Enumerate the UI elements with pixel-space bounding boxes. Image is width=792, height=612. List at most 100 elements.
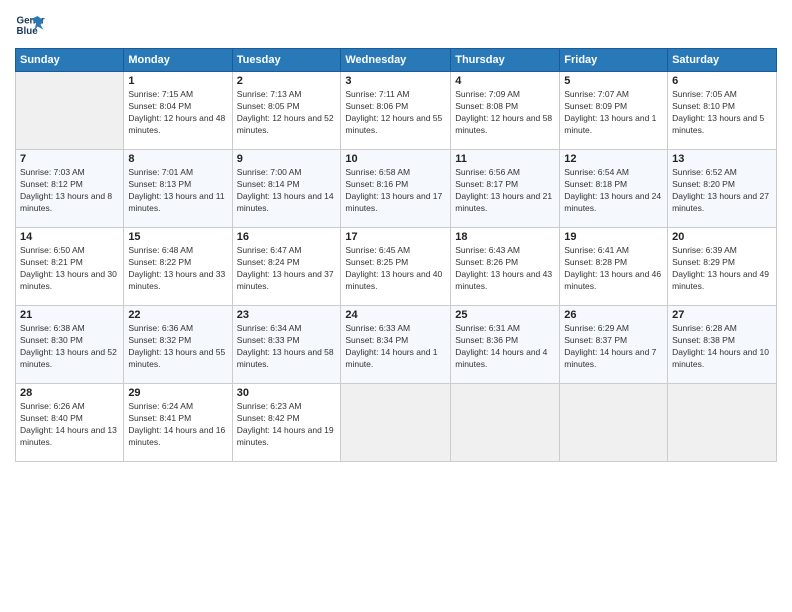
day-info: Sunrise: 6:39 AMSunset: 8:29 PMDaylight:… — [672, 245, 772, 293]
day-number: 21 — [20, 309, 119, 321]
day-number: 16 — [237, 231, 337, 243]
day-number: 17 — [345, 231, 446, 243]
day-cell: 8 Sunrise: 7:01 AMSunset: 8:13 PMDaylight… — [124, 150, 232, 228]
day-info: Sunrise: 6:43 AMSunset: 8:26 PMDaylight:… — [455, 245, 555, 293]
week-row-5: 28 Sunrise: 6:26 AMSunset: 8:40 PMDayligh… — [16, 384, 777, 462]
day-cell: 24 Sunrise: 6:33 AMSunset: 8:34 PMDayligh… — [341, 306, 451, 384]
week-row-1: 1Sunrise: 7:15 AMSunset: 8:04 PMDaylight… — [16, 72, 777, 150]
page: General Blue SundayMondayTuesdayWednesda… — [0, 0, 792, 612]
day-number: 11 — [455, 153, 555, 165]
day-cell: 26 Sunrise: 6:29 AMSunset: 8:37 PMDayligh… — [560, 306, 668, 384]
day-info: Sunrise: 6:52 AMSunset: 8:20 PMDaylight:… — [672, 167, 772, 215]
day-cell: 28 Sunrise: 6:26 AMSunset: 8:40 PMDayligh… — [16, 384, 124, 462]
day-cell: 25 Sunrise: 6:31 AMSunset: 8:36 PMDayligh… — [451, 306, 560, 384]
day-info: Sunrise: 6:50 AMSunset: 8:21 PMDaylight:… — [20, 245, 119, 293]
day-info: Sunrise: 6:48 AMSunset: 8:22 PMDaylight:… — [128, 245, 227, 293]
week-row-4: 21 Sunrise: 6:38 AMSunset: 8:30 PMDayligh… — [16, 306, 777, 384]
day-info: Sunrise: 6:54 AMSunset: 8:18 PMDaylight:… — [564, 167, 663, 215]
day-info: Sunrise: 6:56 AMSunset: 8:17 PMDaylight:… — [455, 167, 555, 215]
day-number: 30 — [237, 387, 337, 399]
day-cell: 15 Sunrise: 6:48 AMSunset: 8:22 PMDayligh… — [124, 228, 232, 306]
day-info: Sunrise: 6:29 AMSunset: 8:37 PMDaylight:… — [564, 323, 663, 371]
day-number: 2 — [237, 75, 337, 87]
calendar-table: SundayMondayTuesdayWednesdayThursdayFrid… — [15, 48, 777, 462]
day-number: 14 — [20, 231, 119, 243]
day-cell: 2 Sunrise: 7:13 AMSunset: 8:05 PMDaylight… — [232, 72, 341, 150]
day-cell: 29 Sunrise: 6:24 AMSunset: 8:41 PMDayligh… — [124, 384, 232, 462]
day-cell: 20 Sunrise: 6:39 AMSunset: 8:29 PMDayligh… — [668, 228, 777, 306]
day-info: Sunrise: 6:38 AMSunset: 8:30 PMDaylight:… — [20, 323, 119, 371]
day-cell: 16 Sunrise: 6:47 AMSunset: 8:24 PMDayligh… — [232, 228, 341, 306]
day-cell: 6 Sunrise: 7:05 AMSunset: 8:10 PMDaylight… — [668, 72, 777, 150]
day-number: 27 — [672, 309, 772, 321]
day-number: 19 — [564, 231, 663, 243]
day-cell: 19 Sunrise: 6:41 AMSunset: 8:28 PMDayligh… — [560, 228, 668, 306]
logo-icon: General Blue — [15, 10, 45, 40]
day-number: 5 — [564, 75, 663, 87]
day-info: Sunrise: 6:34 AMSunset: 8:33 PMDaylight:… — [237, 323, 337, 371]
col-header-sunday: Sunday — [16, 49, 124, 72]
col-header-monday: Monday — [124, 49, 232, 72]
day-info: Sunrise: 7:13 AMSunset: 8:05 PMDaylight:… — [237, 89, 337, 137]
col-header-tuesday: Tuesday — [232, 49, 341, 72]
day-cell: 18 Sunrise: 6:43 AMSunset: 8:26 PMDayligh… — [451, 228, 560, 306]
day-number: 28 — [20, 387, 119, 399]
day-cell — [560, 384, 668, 462]
day-info: Sunrise: 6:24 AMSunset: 8:41 PMDaylight:… — [128, 401, 227, 449]
day-info: Sunrise: 6:33 AMSunset: 8:34 PMDaylight:… — [345, 323, 446, 371]
day-info: Sunrise: 7:07 AMSunset: 8:09 PMDaylight:… — [564, 89, 663, 137]
day-number: 15 — [128, 231, 227, 243]
day-number: 6 — [672, 75, 772, 87]
col-header-saturday: Saturday — [668, 49, 777, 72]
day-number: 29 — [128, 387, 227, 399]
day-cell — [16, 72, 124, 150]
day-info: Sunrise: 7:09 AMSunset: 8:08 PMDaylight:… — [455, 89, 555, 137]
week-row-2: 7Sunrise: 7:03 AMSunset: 8:12 PMDaylight… — [16, 150, 777, 228]
header: General Blue — [15, 10, 777, 40]
day-info: Sunrise: 7:05 AMSunset: 8:10 PMDaylight:… — [672, 89, 772, 137]
day-number: 13 — [672, 153, 772, 165]
day-info: Sunrise: 6:36 AMSunset: 8:32 PMDaylight:… — [128, 323, 227, 371]
day-number: 1 — [128, 75, 227, 87]
day-number: 9 — [237, 153, 337, 165]
week-row-3: 14 Sunrise: 6:50 AMSunset: 8:21 PMDayligh… — [16, 228, 777, 306]
day-info: Sunrise: 6:45 AMSunset: 8:25 PMDaylight:… — [345, 245, 446, 293]
day-cell: 22Sunrise: 6:36 AMSunset: 8:32 PMDayligh… — [124, 306, 232, 384]
day-cell: 13 Sunrise: 6:52 AMSunset: 8:20 PMDayligh… — [668, 150, 777, 228]
day-cell — [451, 384, 560, 462]
day-cell: 4 Sunrise: 7:09 AMSunset: 8:08 PMDaylight… — [451, 72, 560, 150]
day-info: Sunrise: 7:11 AMSunset: 8:06 PMDaylight:… — [345, 89, 446, 137]
day-info: Sunrise: 6:28 AMSunset: 8:38 PMDaylight:… — [672, 323, 772, 371]
day-info: Sunrise: 6:47 AMSunset: 8:24 PMDaylight:… — [237, 245, 337, 293]
day-cell: 7Sunrise: 7:03 AMSunset: 8:12 PMDaylight… — [16, 150, 124, 228]
day-cell: 14 Sunrise: 6:50 AMSunset: 8:21 PMDayligh… — [16, 228, 124, 306]
day-cell: 10Sunrise: 6:58 AMSunset: 8:16 PMDayligh… — [341, 150, 451, 228]
col-header-wednesday: Wednesday — [341, 49, 451, 72]
day-cell: 1Sunrise: 7:15 AMSunset: 8:04 PMDaylight… — [124, 72, 232, 150]
header-row: SundayMondayTuesdayWednesdayThursdayFrid… — [16, 49, 777, 72]
day-cell: 9 Sunrise: 7:00 AMSunset: 8:14 PMDaylight… — [232, 150, 341, 228]
day-cell — [341, 384, 451, 462]
day-info: Sunrise: 7:01 AMSunset: 8:13 PMDaylight:… — [128, 167, 227, 215]
day-number: 18 — [455, 231, 555, 243]
day-number: 20 — [672, 231, 772, 243]
day-info: Sunrise: 7:00 AMSunset: 8:14 PMDaylight:… — [237, 167, 337, 215]
day-number: 4 — [455, 75, 555, 87]
day-cell: 5 Sunrise: 7:07 AMSunset: 8:09 PMDaylight… — [560, 72, 668, 150]
day-info: Sunrise: 6:31 AMSunset: 8:36 PMDaylight:… — [455, 323, 555, 371]
day-cell: 23Sunrise: 6:34 AMSunset: 8:33 PMDayligh… — [232, 306, 341, 384]
day-number: 8 — [128, 153, 227, 165]
day-cell: 11 Sunrise: 6:56 AMSunset: 8:17 PMDayligh… — [451, 150, 560, 228]
day-number: 3 — [345, 75, 446, 87]
day-info: Sunrise: 6:26 AMSunset: 8:40 PMDaylight:… — [20, 401, 119, 449]
day-number: 25 — [455, 309, 555, 321]
day-number: 7 — [20, 153, 119, 165]
day-cell: 21 Sunrise: 6:38 AMSunset: 8:30 PMDayligh… — [16, 306, 124, 384]
col-header-thursday: Thursday — [451, 49, 560, 72]
day-cell: 27 Sunrise: 6:28 AMSunset: 8:38 PMDayligh… — [668, 306, 777, 384]
day-cell: 12Sunrise: 6:54 AMSunset: 8:18 PMDayligh… — [560, 150, 668, 228]
col-header-friday: Friday — [560, 49, 668, 72]
day-number: 24 — [345, 309, 446, 321]
day-number: 26 — [564, 309, 663, 321]
day-info: Sunrise: 6:41 AMSunset: 8:28 PMDaylight:… — [564, 245, 663, 293]
